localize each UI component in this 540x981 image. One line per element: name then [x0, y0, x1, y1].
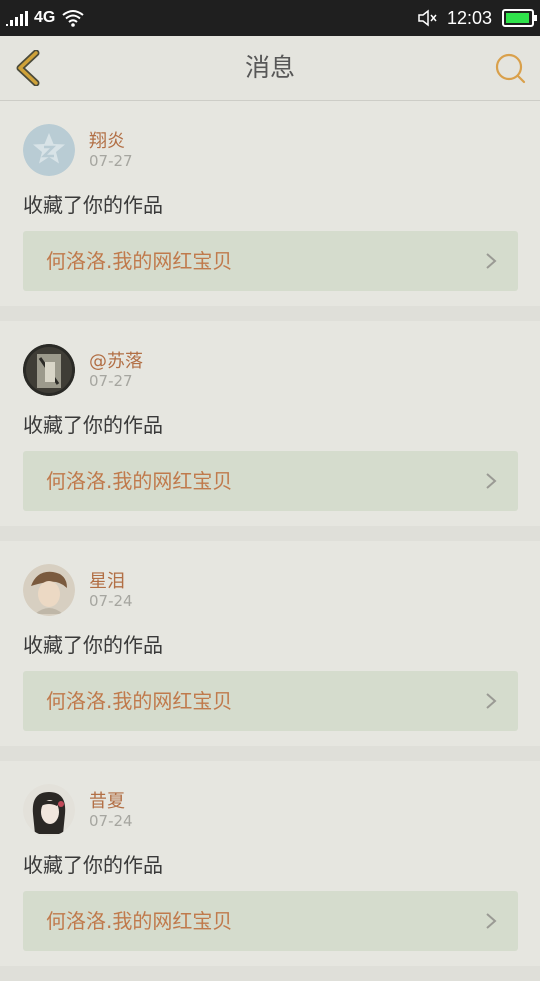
chevron-right-icon: [486, 693, 497, 709]
mute-icon: [418, 9, 437, 27]
username[interactable]: @苏落: [89, 347, 143, 373]
message-date: 07-27: [89, 152, 133, 170]
work-title: 何洛洛.我的网红宝贝: [46, 689, 233, 713]
message-list: 翔炎 07-27 收藏了你的作品 何洛洛.我的网红宝贝 @苏落 07-27 收藏…: [0, 101, 540, 981]
work-link[interactable]: 何洛洛.我的网红宝贝: [23, 671, 518, 731]
status-bar: 4G 12:03: [0, 0, 540, 36]
work-link[interactable]: 何洛洛.我的网红宝贝: [23, 891, 518, 951]
user-photo-icon: [23, 784, 75, 836]
action-text: 收藏了你的作品: [23, 193, 163, 217]
avatar[interactable]: [23, 564, 75, 616]
clock: 12:03: [446, 7, 492, 28]
chevron-right-icon: [486, 473, 497, 489]
username[interactable]: 星泪: [89, 567, 125, 593]
user-photo-icon: [23, 344, 75, 396]
message-card: 翔炎 07-27 收藏了你的作品 何洛洛.我的网红宝贝: [0, 101, 540, 306]
action-text: 收藏了你的作品: [23, 853, 163, 877]
signal-icon: [6, 10, 28, 26]
message-card: 昔夏 07-24 收藏了你的作品 何洛洛.我的网红宝贝: [0, 761, 540, 966]
message-card: @苏落 07-27 收藏了你的作品 何洛洛.我的网红宝贝: [0, 321, 540, 526]
search-button[interactable]: [494, 52, 528, 86]
username[interactable]: 昔夏: [89, 787, 125, 813]
user-photo-icon: [23, 564, 75, 616]
work-title: 何洛洛.我的网红宝贝: [46, 249, 233, 273]
message-date: 07-24: [89, 592, 133, 610]
chevron-right-icon: [486, 913, 497, 929]
message-date: 07-24: [89, 812, 133, 830]
username[interactable]: 翔炎: [89, 127, 125, 153]
search-icon: [495, 53, 526, 84]
avatar[interactable]: [23, 784, 75, 836]
work-link[interactable]: 何洛洛.我的网红宝贝: [23, 451, 518, 511]
battery-icon: [502, 9, 537, 27]
page-title: 消息: [244, 53, 295, 82]
avatar[interactable]: [23, 124, 75, 176]
status-right: 12:03: [417, 0, 537, 36]
default-avatar-icon: [23, 124, 75, 176]
avatar[interactable]: [23, 344, 75, 396]
title-bar: 消息: [0, 36, 540, 101]
work-link[interactable]: 何洛洛.我的网红宝贝: [23, 231, 518, 291]
action-text: 收藏了你的作品: [23, 633, 163, 657]
work-title: 何洛洛.我的网红宝贝: [46, 469, 233, 493]
status-left: 4G: [6, 0, 85, 36]
network-type: 4G: [34, 9, 56, 26]
action-text: 收藏了你的作品: [23, 413, 163, 437]
wifi-icon: [62, 10, 84, 27]
message-date: 07-27: [89, 372, 133, 390]
message-card: 星泪 07-24 收藏了你的作品 何洛洛.我的网红宝贝: [0, 541, 540, 746]
chevron-right-icon: [486, 253, 497, 269]
work-title: 何洛洛.我的网红宝贝: [46, 909, 233, 933]
